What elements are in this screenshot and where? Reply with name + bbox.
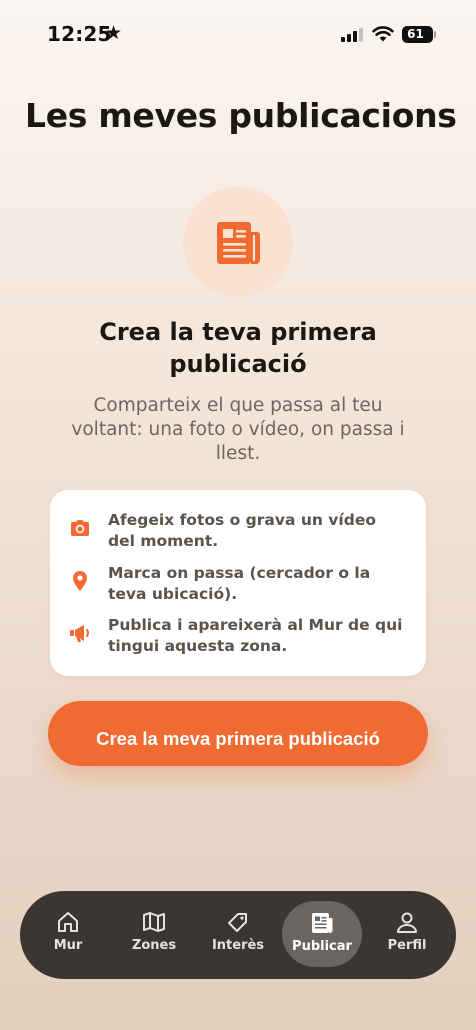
newspaper-icon bbox=[217, 222, 260, 264]
tip-text: Afegeix fotos o grava un vídeo del momen… bbox=[108, 511, 376, 550]
status-bar: 12:25 ★ 61 bbox=[0, 0, 476, 70]
tab-mur[interactable]: Mur bbox=[28, 900, 108, 968]
bottom-tab-bar: Mur Zones Interès Publicar Perfil bbox=[20, 891, 456, 979]
tab-interes[interactable]: Interès bbox=[198, 900, 278, 968]
empty-state-heading: Crea la teva primera publicació bbox=[99, 318, 377, 378]
tips-card: Afegeix fotos o grava un vídeo del momen… bbox=[50, 490, 426, 676]
map-icon bbox=[143, 912, 165, 932]
tab-perfil[interactable]: Perfil bbox=[367, 900, 447, 968]
wifi-icon bbox=[372, 26, 394, 42]
megaphone-icon bbox=[70, 625, 89, 642]
status-time: 12:25 bbox=[47, 22, 112, 46]
battery-level: 61 bbox=[407, 27, 424, 41]
tab-zones[interactable]: Zones bbox=[114, 900, 194, 968]
person-icon bbox=[397, 912, 417, 933]
camera-icon bbox=[71, 520, 89, 536]
battery-icon: 61 bbox=[402, 26, 436, 43]
tab-label: Perfil bbox=[387, 938, 427, 953]
tag-icon bbox=[228, 913, 247, 932]
tab-publicar[interactable]: Publicar bbox=[282, 901, 362, 967]
location-pin-icon bbox=[73, 571, 87, 591]
newspaper-icon bbox=[312, 913, 333, 933]
tip-text: Publica i apareixerà al Mur de qui tingu… bbox=[108, 616, 403, 655]
empty-state-subtitle: Comparteix el que passa al teu voltant: … bbox=[71, 395, 405, 464]
star-icon: ★ bbox=[105, 22, 123, 44]
page-title: Les meves publicacions bbox=[25, 96, 457, 135]
create-first-post-button[interactable]: Crea la meva primera publicació bbox=[48, 701, 428, 766]
home-icon bbox=[58, 912, 78, 932]
cellular-signal-icon bbox=[341, 28, 365, 42]
tab-label: Interès bbox=[211, 938, 265, 953]
tab-label: Zones bbox=[131, 938, 177, 953]
tab-label: Mur bbox=[53, 938, 83, 953]
tab-label: Publicar bbox=[292, 939, 352, 954]
tip-text: Marca on passa (cercador o la teva ubica… bbox=[108, 564, 371, 603]
